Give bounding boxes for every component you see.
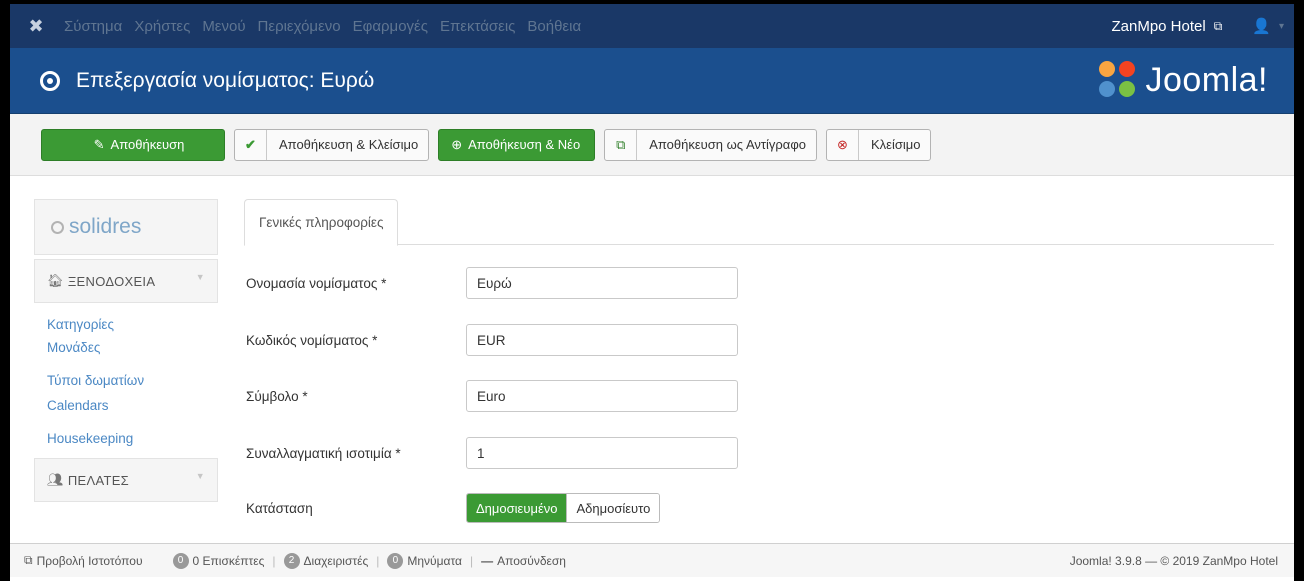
window-edge <box>1294 0 1304 577</box>
logout-link[interactable]: — Αποσύνδεση <box>481 554 566 568</box>
main-content: Γενικές πληροφορίες Ονομασία νομίσματος … <box>244 199 1274 523</box>
tab-bar: Γενικές πληροφορίες <box>244 199 1274 246</box>
form-row-currency-code: Κωδικός νομίσματος * <box>244 324 944 356</box>
menu-extensions[interactable]: Επεκτάσεις <box>440 18 515 35</box>
visitors-link[interactable]: 0 0 Επισκέπτες <box>172 552 265 569</box>
status-option-published[interactable]: Δημοσιευμένο <box>467 494 567 522</box>
sidebar-section-label: ΠΕΛΑΤΕΣ <box>67 472 130 488</box>
version-text: Joomla! 3.9.8 — © 2019 ZanMpo Hotel <box>1069 553 1278 568</box>
messages-link[interactable]: 0 Μηνύματα <box>387 552 462 569</box>
sidebar: solidres 🏠︎ ΞΕΝΟΔΟΧΕΙΑ ▼ Κατηγορίες Μονά… <box>34 199 218 502</box>
symbol-input[interactable] <box>466 380 738 412</box>
menu-components[interactable]: Εφαρμογές <box>353 18 428 35</box>
close-button[interactable]: ⊗ Κλείσιμο <box>825 128 932 161</box>
plus-circle-icon: ⊕ <box>451 136 463 152</box>
close-label: Κλείσιμο <box>870 137 921 152</box>
admins-link[interactable]: 2 Διαχειριστές <box>283 552 369 569</box>
currency-code-label: Κωδικός νομίσματος * <box>246 332 378 348</box>
topnav-right: ZanMpo Hotel ⧉ 👤 ▾ <box>1111 17 1294 36</box>
save-copy-button[interactable]: ⧉ Αποθήκευση ως Αντίγραφο <box>604 128 817 161</box>
solidres-logo-text: solidres <box>69 215 142 238</box>
sidebar-item-calendars[interactable]: Calendars <box>47 394 218 417</box>
menu-content[interactable]: Περιεχόμενο <box>258 18 341 35</box>
users-icon: 👥︎ <box>47 472 64 487</box>
chevron-down-icon: ▼ <box>195 471 205 481</box>
copy-icon: ⧉ <box>605 129 638 160</box>
sidebar-item-units[interactable]: Μονάδες <box>47 336 218 359</box>
currency-name-label: Ονομασία νομίσματος * <box>246 275 387 291</box>
form-row-currency-name: Ονομασία νομίσματος * <box>244 267 944 299</box>
admins-label: Διαχειριστές <box>303 553 369 568</box>
menu-help[interactable]: Βοήθεια <box>527 18 581 35</box>
menu-users[interactable]: Χρήστες <box>134 18 190 35</box>
logout-label: Αποσύνδεση <box>497 553 566 568</box>
close-circle-icon: ⊗ <box>827 129 859 160</box>
sidebar-item-categories[interactable]: Κατηγορίες <box>47 313 218 336</box>
sidebar-item-housekeeping[interactable]: Housekeeping <box>47 427 218 450</box>
sidebar-list-hotels: Κατηγορίες Μονάδες Τύποι δωματίων Calend… <box>34 303 218 450</box>
visitors-count-badge: 0 <box>172 552 189 569</box>
edit-icon: ✎ <box>93 136 105 152</box>
view-site-label: Προβολή Ιστοτόπου <box>36 553 143 568</box>
view-site-link[interactable]: ⧉ Προβολή Ιστοτόπου <box>24 553 143 568</box>
exchange-rate-input[interactable] <box>466 437 738 469</box>
save-copy-label: Αποθήκευση ως Αντίγραφο <box>649 137 806 152</box>
minus-icon: — <box>481 553 494 568</box>
admin-window: ✖ Σύστημα Χρήστες Μενού Περιεχόμενο Εφαρ… <box>10 4 1294 581</box>
messages-label: Μηνύματα <box>407 553 462 568</box>
save-new-label: Αποθήκευση & Νέο <box>468 137 581 152</box>
top-menu-bar: ✖ Σύστημα Χρήστες Μενού Περιεχόμενο Εφαρ… <box>10 4 1294 48</box>
exchange-rate-label: Συναλλαγματική ισοτιμία * <box>246 445 401 461</box>
form-row-status: Κατάσταση Δημοσιευμένο Αδημοσίευτο <box>244 492 944 524</box>
solidres-logo: solidres <box>34 199 218 255</box>
sidebar-section-hotels[interactable]: 🏠︎ ΞΕΝΟΔΟΧΕΙΑ ▼ <box>34 259 218 303</box>
joomla-brand-logo: Joomla! <box>1099 60 1268 101</box>
sidebar-item-room-types[interactable]: Τύποι δωματίων <box>47 369 218 392</box>
currency-code-input[interactable] <box>466 324 738 356</box>
save-new-button[interactable]: ⊕ Αποθήκευση & Νέο <box>438 128 596 161</box>
separator: | <box>272 553 276 568</box>
save-close-label: Αποθήκευση & Κλείσιμο <box>279 137 419 152</box>
symbol-label: Σύμβολο * <box>246 388 308 404</box>
admins-count-badge: 2 <box>283 552 300 569</box>
form-row-symbol: Σύμβολο * <box>244 380 944 412</box>
separator: | <box>376 553 380 568</box>
status-option-unpublished[interactable]: Αδημοσίευτο <box>566 494 660 522</box>
save-label: Αποθήκευση <box>110 137 185 152</box>
currency-name-input[interactable] <box>466 267 738 299</box>
status-toggle: Δημοσιευμένο Αδημοσίευτο <box>466 493 661 523</box>
chevron-down-icon[interactable]: ▾ <box>1279 21 1284 32</box>
title-bar: Επεξεργασία νομίσματος: Ευρώ Joomla! <box>10 48 1294 114</box>
joomla-logo-icon <box>1099 60 1139 101</box>
menu-system[interactable]: Σύστημα <box>64 18 122 35</box>
joomla-icon[interactable]: ✖ <box>20 16 52 37</box>
check-icon: ✔ <box>235 129 267 160</box>
sidebar-section-label: ΞΕΝΟΔΟΧΕΙΑ <box>67 273 156 289</box>
sidebar-section-customers[interactable]: 👥︎ ΠΕΛΑΤΕΣ ▼ <box>34 458 218 502</box>
home-icon: 🏠︎ <box>47 273 64 288</box>
brand-wordmark: Joomla! <box>1145 61 1268 99</box>
chevron-down-icon: ▼ <box>195 272 205 282</box>
status-label: Κατάσταση <box>246 500 313 516</box>
menu-menus[interactable]: Μενού <box>202 18 245 35</box>
site-name-link[interactable]: ZanMpo Hotel <box>1111 18 1205 35</box>
external-link-icon: ⧉ <box>1213 18 1223 33</box>
status-bar: ⧉ Προβολή Ιστοτόπου 0 0 Επισκέπτες | 2 Δ… <box>10 543 1294 577</box>
save-close-button[interactable]: ✔ Αποθήκευση & Κλείσιμο <box>234 128 430 161</box>
form-row-exchange-rate: Συναλλαγματική ισοτιμία * <box>244 437 944 469</box>
toolbar: ✎ Αποθήκευση ✔ Αποθήκευση & Κλείσιμο ⊕ Α… <box>10 114 1294 176</box>
messages-count-badge: 0 <box>387 552 404 569</box>
save-button[interactable]: ✎ Αποθήκευση <box>41 128 225 161</box>
circle-dot-icon <box>40 70 60 91</box>
page-title: Επεξεργασία νομίσματος: Ευρώ <box>76 68 375 92</box>
solidres-logo-icon <box>51 220 64 234</box>
external-link-icon: ⧉ <box>24 553 33 567</box>
user-icon[interactable]: 👤 <box>1252 17 1271 35</box>
tab-general-info[interactable]: Γενικές πληροφορίες <box>244 199 399 246</box>
visitors-label: 0 Επισκέπτες <box>192 553 265 568</box>
separator: | <box>469 553 474 568</box>
